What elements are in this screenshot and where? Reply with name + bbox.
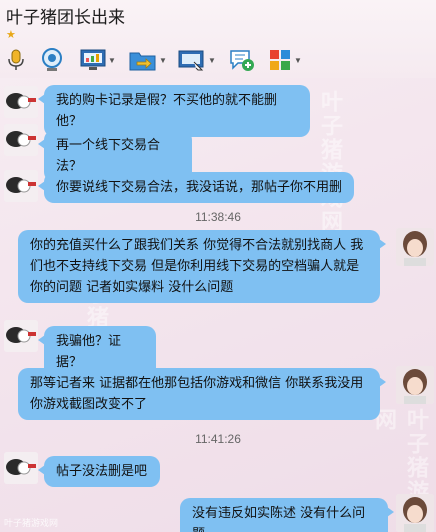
chat-add-icon bbox=[230, 50, 254, 71]
avatar[interactable] bbox=[396, 494, 434, 532]
voice-call-button[interactable] bbox=[6, 46, 26, 74]
avatar[interactable] bbox=[396, 228, 434, 266]
folder-arrow-icon bbox=[129, 52, 156, 71]
file-transfer-button[interactable]: ▼ bbox=[129, 46, 167, 74]
create-group-button[interactable] bbox=[229, 46, 255, 74]
avatar[interactable] bbox=[4, 124, 38, 156]
chevron-down-icon[interactable]: ▼ bbox=[108, 56, 116, 65]
message-bubble[interactable]: 帖子没法删是吧 bbox=[38, 456, 160, 487]
screen-share-icon bbox=[178, 50, 204, 71]
chevron-down-icon[interactable]: ▼ bbox=[208, 56, 216, 65]
apps-button[interactable]: ▼ bbox=[268, 46, 302, 74]
timestamp: 11:41:26 bbox=[195, 432, 241, 446]
microphone-icon bbox=[8, 49, 24, 70]
title-bar: 叶子猪团长出来 ★ ▼ ▼ ▼ ▼ bbox=[0, 0, 436, 78]
avatar[interactable] bbox=[4, 86, 38, 118]
message-text: 你的充值买什么了跟我们关系 你觉得不合法就别找商人 我们也不支持线下交易 但是你… bbox=[30, 238, 364, 295]
chevron-down-icon[interactable]: ▼ bbox=[159, 56, 167, 65]
app-grid-icon bbox=[270, 50, 290, 70]
monitor-chart-icon bbox=[80, 49, 106, 70]
avatar[interactable] bbox=[4, 170, 38, 202]
avatar[interactable] bbox=[4, 320, 38, 352]
message-text: 帖子没法删是吧 bbox=[56, 464, 148, 479]
timestamp: 11:38:46 bbox=[195, 210, 241, 224]
message-bubble[interactable]: 你要说线下交易合法，我没话说，那帖子你不用删 bbox=[38, 172, 354, 203]
avatar[interactable] bbox=[396, 366, 434, 404]
star-icon: ★ bbox=[6, 29, 16, 41]
message-text: 再一个线下交易合法？ bbox=[56, 138, 161, 174]
avatar[interactable] bbox=[4, 452, 38, 484]
message-text: 没有违反如实陈述 没有什么问题 bbox=[192, 506, 366, 532]
message-bubble[interactable]: 没有违反如实陈述 没有什么问题 bbox=[180, 498, 394, 532]
message-bubble[interactable]: 你的充值买什么了跟我们关系 你觉得不合法就别找商人 我们也不支持线下交易 但是你… bbox=[18, 230, 386, 303]
video-call-button[interactable] bbox=[40, 46, 64, 74]
contact-name: 叶子猪团长出来 bbox=[6, 8, 125, 28]
message-list[interactable]: 叶子猪游戏网 叶子猪游戏网 叶子猪游戏网 我的购卡记录是假？不买他的就不能删他？… bbox=[0, 78, 436, 532]
toolbar: ▼ ▼ ▼ ▼ bbox=[0, 46, 436, 76]
app-button[interactable]: ▼ bbox=[80, 46, 116, 74]
message-text: 那等记者来 证据都在他那包括你游戏和微信 你联系我没用 你游戏截图改变不了 bbox=[30, 376, 364, 412]
message-text: 我骗他？证据？ bbox=[56, 334, 122, 370]
message-bubble[interactable]: 那等记者来 证据都在他那包括你游戏和微信 你联系我没用 你游戏截图改变不了 bbox=[18, 368, 386, 420]
chevron-down-icon[interactable]: ▼ bbox=[294, 56, 302, 65]
message-text: 你要说线下交易合法，我没话说，那帖子你不用删 bbox=[56, 180, 343, 195]
remote-desktop-button[interactable]: ▼ bbox=[178, 46, 216, 74]
webcam-icon bbox=[42, 48, 62, 71]
message-text: 我的购卡记录是假？不买他的就不能删他？ bbox=[56, 93, 278, 129]
site-logo: 叶子猪游戏网 bbox=[4, 518, 59, 528]
